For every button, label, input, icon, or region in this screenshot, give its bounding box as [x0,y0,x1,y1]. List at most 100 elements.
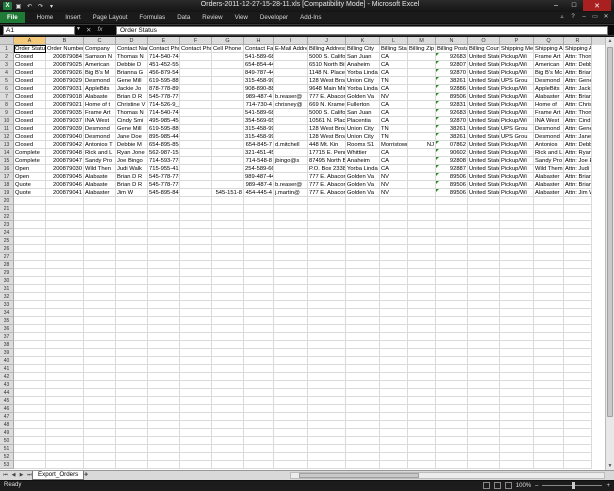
cell[interactable] [180,69,212,77]
cell[interactable]: Desmond [534,133,564,141]
cell[interactable] [346,365,380,373]
cell[interactable]: CA [380,165,408,173]
cell[interactable] [468,261,500,269]
cell[interactable] [500,229,534,237]
cell[interactable] [46,309,84,317]
cell[interactable] [534,397,564,405]
cell[interactable] [180,189,212,197]
cell[interactable]: Home of t [84,101,116,109]
cell[interactable] [564,197,592,205]
cell[interactable] [212,253,244,261]
cell[interactable] [534,413,564,421]
cell[interactable] [468,317,500,325]
cell[interactable] [346,389,380,397]
cell[interactable] [274,125,308,133]
cell[interactable] [346,405,380,413]
cell[interactable]: 92870 [436,117,468,125]
cell[interactable] [274,293,308,301]
cell[interactable]: Attn: Judi V P.O. Box 2 [564,165,592,173]
cell[interactable] [534,333,564,341]
cell[interactable]: Attn: Debb 448 Mt. Ki [564,141,592,149]
cell[interactable] [212,69,244,77]
cell[interactable]: Contact Phone [148,45,180,53]
cell[interactable]: 315-458-9965 [244,125,274,133]
cell[interactable] [46,197,84,205]
cell[interactable]: Closed [14,93,46,101]
cell[interactable] [244,301,274,309]
cell[interactable] [148,461,180,469]
cell[interactable] [212,309,244,317]
cell[interactable] [346,197,380,205]
cell[interactable] [46,237,84,245]
cell[interactable] [564,213,592,221]
cell[interactable]: 495-985-4587 [148,117,180,125]
cell[interactable] [436,325,468,333]
cell[interactable] [346,221,380,229]
cell[interactable]: United States [468,173,500,181]
cell[interactable] [180,309,212,317]
cell[interactable] [308,373,346,381]
cell[interactable] [14,237,46,245]
cell[interactable]: Alabaste [84,173,116,181]
cell[interactable] [14,381,46,389]
cell[interactable] [534,341,564,349]
cell[interactable] [212,333,244,341]
cell[interactable] [14,437,46,445]
cell[interactable] [380,429,408,437]
cell[interactable] [468,413,500,421]
cell[interactable] [212,397,244,405]
cell[interactable]: Closed [14,141,46,149]
cell[interactable]: United States [468,149,500,157]
cell[interactable] [244,381,274,389]
cell[interactable] [436,445,468,453]
first-sheet-icon[interactable]: ⏮ [2,472,9,479]
cell[interactable]: 200879035 [46,109,84,117]
cell[interactable]: Judi Walk [116,165,148,173]
cell[interactable] [180,317,212,325]
cell[interactable] [308,429,346,437]
cell[interactable] [84,453,116,461]
cell[interactable]: 545-151-8 [212,189,244,197]
row-header[interactable]: 24 [0,229,14,237]
maximize-button[interactable]: □ [565,0,583,11]
tab-insert[interactable]: Insert [59,12,86,23]
cell[interactable]: CA [380,69,408,77]
cell[interactable]: 6510 North Billinger W [308,61,346,69]
row-header[interactable]: 32 [0,293,14,301]
cell[interactable]: Closed [14,117,46,125]
cell[interactable]: 07862 [436,141,468,149]
cell[interactable] [408,341,436,349]
cell[interactable]: Pickup/Wi [500,189,534,197]
cell[interactable] [500,205,534,213]
cell[interactable]: Brian D R [116,93,148,101]
cell[interactable] [308,349,346,357]
cell[interactable]: 715-955-4136 [148,165,180,173]
cell[interactable]: Alabaster [534,189,564,197]
cell[interactable]: 714-730-4 [244,101,274,109]
cell[interactable] [436,229,468,237]
cell[interactable] [46,365,84,373]
cell[interactable]: Antonios [534,141,564,149]
cell[interactable] [534,421,564,429]
cell[interactable] [308,461,346,469]
row-header[interactable]: 23 [0,221,14,229]
cell[interactable]: United States [468,77,500,85]
cell[interactable]: Desmond [84,125,116,133]
row-header[interactable]: 52 [0,453,14,461]
cell[interactable] [408,261,436,269]
cell[interactable]: Pickup/Wi [500,157,534,165]
column-header-k[interactable]: K [346,37,380,45]
cell[interactable] [346,293,380,301]
cell[interactable]: 354-569-6547 [244,117,274,125]
cell[interactable] [212,53,244,61]
cell[interactable] [14,253,46,261]
cell[interactable] [212,285,244,293]
cell[interactable] [436,461,468,469]
cell[interactable] [408,333,436,341]
cell[interactable] [408,69,436,77]
cell[interactable]: 17715 E. Pennsylvania [308,149,346,157]
cell[interactable]: d.mitchell [274,141,308,149]
cell[interactable] [408,293,436,301]
cell[interactable]: 714-540-7454 [148,53,180,61]
cell[interactable] [46,445,84,453]
